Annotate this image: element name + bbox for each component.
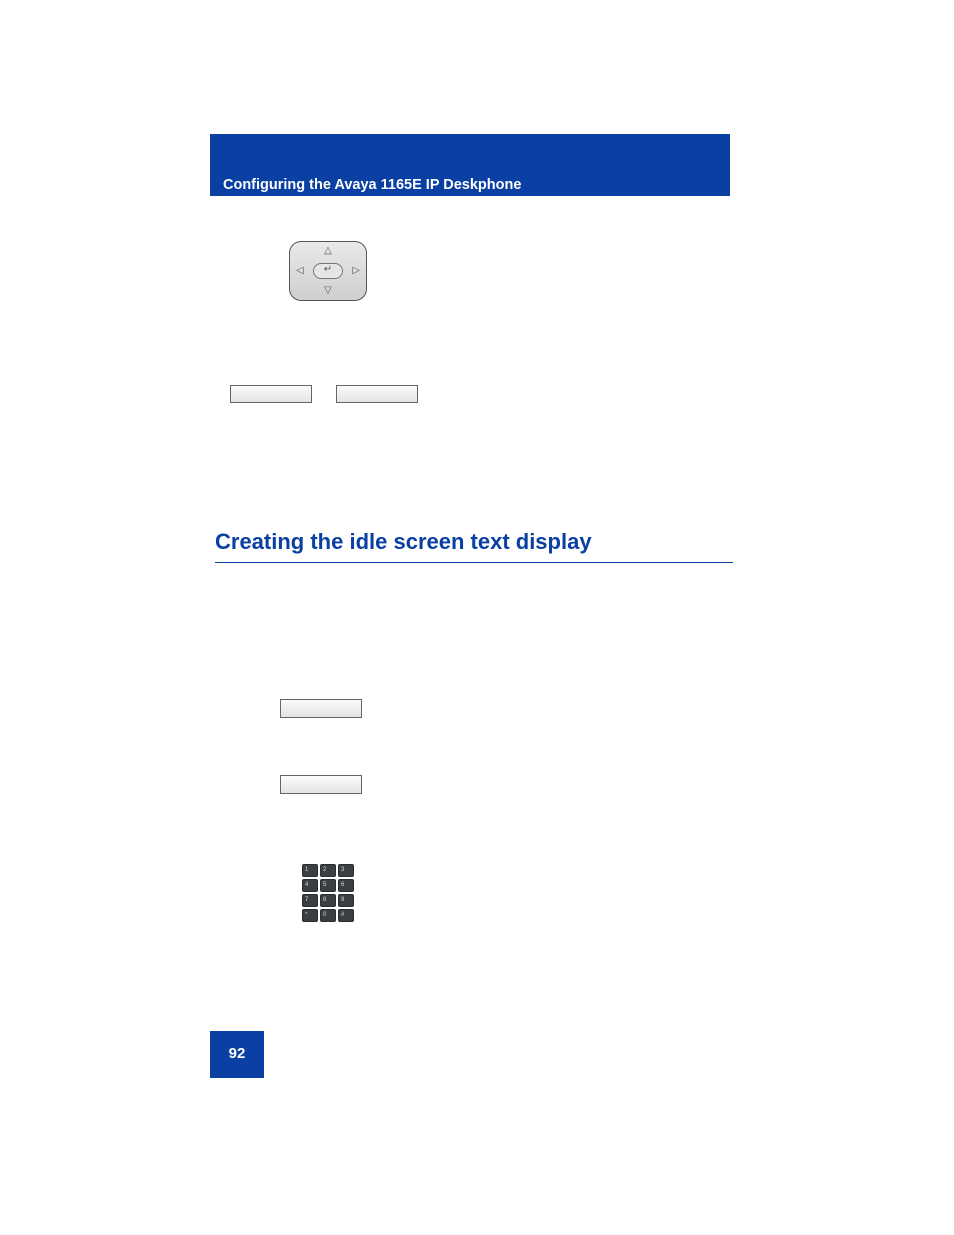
nav-up-icon: △ <box>324 246 332 256</box>
dialpad-key: 9 <box>338 894 354 907</box>
dialpad-key: 1 <box>302 864 318 877</box>
section-heading: Creating the idle screen text display <box>215 529 733 563</box>
nav-enter-icon: ↵ <box>313 263 343 279</box>
dialpad-key: # <box>338 909 354 922</box>
softkey-button <box>280 699 362 718</box>
softkey-button <box>336 385 418 403</box>
document-page: Configuring the Avaya 1165E IP Deskphone… <box>0 0 954 1235</box>
nav-down-icon: ▽ <box>324 286 332 296</box>
nav-key-illustration: △ ▽ ◁ ▷ ↵ <box>289 241 367 301</box>
dialpad-key: 5 <box>320 879 336 892</box>
dialpad-key: 7 <box>302 894 318 907</box>
dialpad-key: 2 <box>320 864 336 877</box>
dialpad-key: 8 <box>320 894 336 907</box>
page-number: 92 <box>210 1045 264 1062</box>
softkey-pair <box>230 385 418 403</box>
nav-left-icon: ◁ <box>296 266 304 276</box>
dialpad-key: * <box>302 909 318 922</box>
dialpad-illustration: 1 2 3 4 5 6 7 8 9 * 0 # <box>302 864 356 924</box>
nav-right-icon: ▷ <box>352 266 360 276</box>
header-title: Configuring the Avaya 1165E IP Deskphone <box>223 177 521 193</box>
page-number-box: 92 <box>210 1031 264 1078</box>
softkey-button <box>280 775 362 794</box>
dialpad-key: 3 <box>338 864 354 877</box>
dialpad-key: 4 <box>302 879 318 892</box>
dialpad-key: 0 <box>320 909 336 922</box>
softkey-button <box>230 385 312 403</box>
dialpad-key: 6 <box>338 879 354 892</box>
